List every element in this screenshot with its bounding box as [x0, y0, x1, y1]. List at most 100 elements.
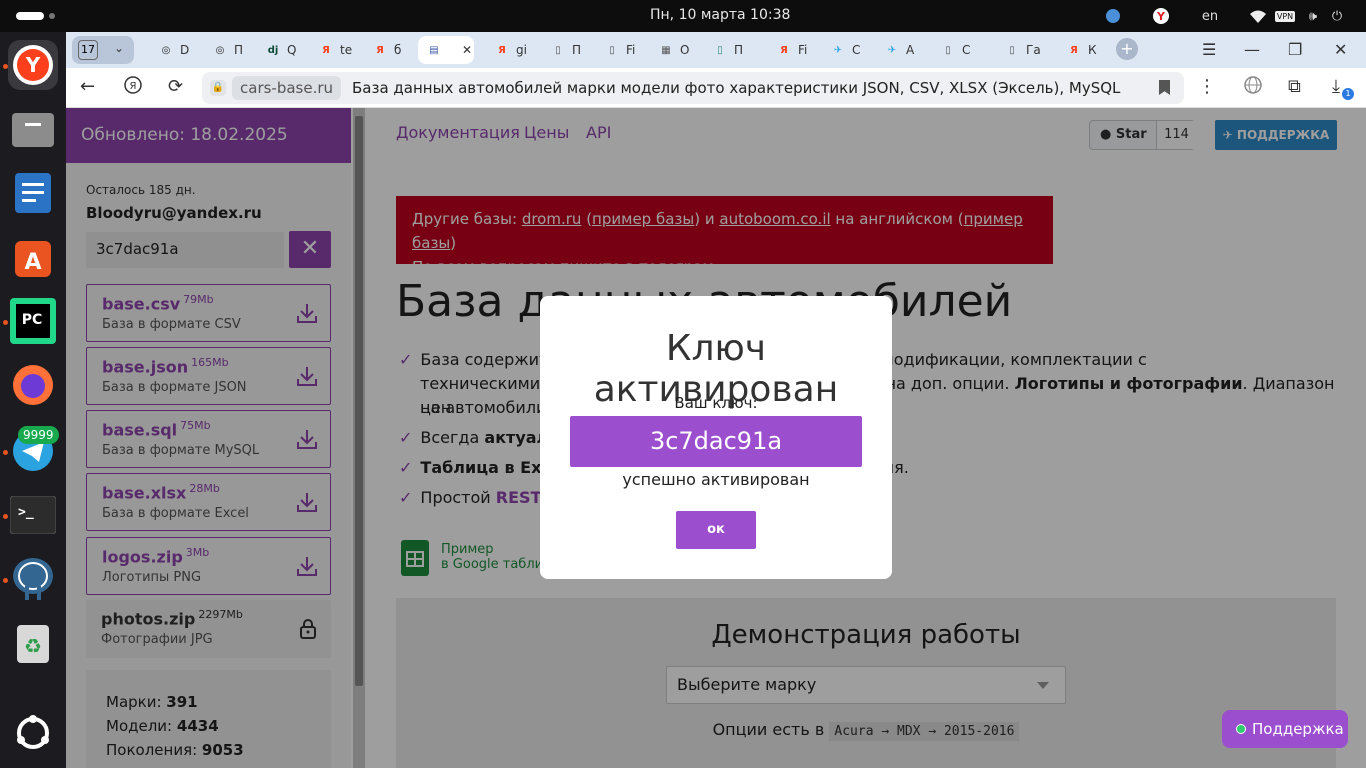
url-field[interactable]: 🔒 cars-base.ru База данных автомобилей м… — [202, 72, 1184, 104]
power-icon[interactable]: ⏻ — [1328, 6, 1346, 26]
tab-favicon-icon: Я — [780, 44, 788, 56]
close-tab-icon[interactable]: ✕ — [462, 43, 472, 57]
svg-text:>_: >_ — [18, 505, 34, 520]
back-button[interactable]: ← — [80, 76, 95, 97]
tab-group-count: 17 — [78, 40, 98, 60]
browser-tab[interactable]: Яб — [364, 36, 412, 64]
files-icon[interactable] — [8, 104, 58, 154]
online-dot-icon — [1236, 724, 1246, 734]
browser-tab[interactable]: ▦ О — [650, 36, 698, 64]
workspace-indicator[interactable] — [16, 12, 44, 20]
wifi-icon[interactable] — [1248, 6, 1268, 26]
svg-text:♻: ♻ — [24, 634, 42, 658]
tab-strip: 17 ⌄ ◎ D ◎ Пdj Q Яte Яб ▤ ✕ Яgi ▯ П ▯ Fi ▦ О ▯ П Я Fi ✈ С ✈ А ▯ С… — [66, 32, 1366, 68]
tab-favicon-icon: ◎ — [215, 44, 225, 56]
modal-key-label: Ваш ключ: — [674, 394, 758, 412]
tab-label: te — [340, 43, 353, 57]
volume-icon[interactable]: 🕪 — [1304, 6, 1322, 26]
browser-tab[interactable]: ЯК — [1058, 36, 1106, 64]
new-tab-button[interactable]: + — [1116, 38, 1138, 60]
pgadmin-icon[interactable] — [8, 554, 58, 604]
browser-tab[interactable]: ▯ П — [704, 36, 752, 64]
minimize-button[interactable]: — — [1244, 40, 1260, 59]
svg-text:Y: Y — [25, 53, 41, 77]
tab-label: К — [1088, 43, 1097, 57]
yandex-tray-icon[interactable]: Y — [1151, 6, 1171, 26]
browser-window: 17 ⌄ ◎ D ◎ Пdj Q Яte Яб ▤ ✕ Яgi ▯ П ▯ Fi ▦ О ▯ П Я Fi ✈ С ✈ А ▯ С… — [66, 32, 1366, 768]
trash-icon[interactable]: ♻ — [8, 618, 58, 668]
browser-tab[interactable]: ▯ Га — [996, 36, 1044, 64]
keyboard-layout[interactable]: en — [1198, 6, 1222, 26]
tab-favicon-icon: Я — [322, 44, 330, 56]
browser-tab[interactable]: ✈ А — [876, 36, 924, 64]
weather-icon[interactable] — [1104, 6, 1122, 26]
browser-tab[interactable]: ▯ С — [932, 36, 980, 64]
tab-label: А — [906, 43, 915, 57]
more-menu-icon[interactable]: ⋮ — [1198, 76, 1216, 97]
browser-tab[interactable]: ▤ ✕ — [418, 36, 474, 64]
browser-tab[interactable]: Яte — [310, 36, 358, 64]
tab-label: С — [962, 43, 971, 57]
clock[interactable]: Пн, 10 марта 10:38 — [650, 7, 790, 23]
tab-label: Га — [1026, 43, 1041, 57]
tab-label: П — [234, 43, 244, 57]
tab-favicon-icon: ✈ — [887, 44, 897, 56]
ok-button[interactable]: ок — [676, 511, 756, 549]
lock-icon[interactable]: 🔒 — [210, 80, 226, 96]
pycharm-icon[interactable]: PC — [8, 296, 58, 346]
yandex-button[interactable]: Я — [124, 76, 142, 99]
extensions-icon[interactable]: ⧉ — [1288, 76, 1301, 97]
terminal-icon[interactable]: >_ — [8, 490, 58, 540]
vpn-icon[interactable]: VPN — [1274, 6, 1296, 26]
tab-favicon-icon: ▯ — [1009, 44, 1015, 56]
key-activated-modal: Ключ активирован Ваш ключ: 3c7dac91a усп… — [540, 296, 892, 579]
app-center-icon[interactable]: A — [8, 232, 58, 282]
browser-tab[interactable]: ◎ П — [204, 36, 252, 64]
browser-tab[interactable]: Яgi — [486, 36, 534, 64]
workspace-dot[interactable] — [49, 13, 55, 19]
close-window-button[interactable]: ✕ — [1334, 40, 1347, 59]
tab-label: С — [852, 43, 861, 57]
browser-tab[interactable]: dj Q — [257, 36, 305, 64]
browser-tab[interactable]: ◎ D — [150, 36, 198, 64]
chat-support-widget[interactable]: Поддержка — [1222, 710, 1348, 748]
yandex-browser-icon[interactable]: Y — [8, 40, 58, 90]
downloads-badge: 1 — [1342, 88, 1354, 100]
tab-favicon-icon: ✈ — [833, 44, 843, 56]
system-top-bar: Пн, 10 марта 10:38 Y en VPN 🕪 ⏻ — [0, 0, 1366, 32]
tab-favicon-icon: ▯ — [555, 44, 561, 56]
address-bar: ← Я ⟳ 🔒 cars-base.ru База данных автомоб… — [66, 68, 1366, 108]
tab-group[interactable]: 17 ⌄ — [72, 36, 134, 64]
browser-tab[interactable]: ✈ С — [822, 36, 870, 64]
tab-favicon-icon: ▯ — [717, 44, 723, 56]
tab-favicon-icon: Я — [1070, 44, 1078, 56]
tab-favicon-icon: Я — [498, 44, 506, 56]
tab-label: D — [180, 43, 190, 57]
bookmark-icon[interactable] — [1159, 80, 1170, 95]
vpn-label: VPN — [1274, 10, 1296, 22]
chevron-down-icon[interactable]: ⌄ — [114, 41, 124, 55]
maximize-button[interactable]: ❐ — [1288, 40, 1302, 59]
svg-text:PC: PC — [22, 312, 43, 328]
tab-favicon-icon: Я — [376, 44, 384, 56]
web-page: Обновлено: 18.02.2025 Осталось 185 дн. B… — [66, 108, 1366, 768]
reload-button[interactable]: ⟳ — [168, 76, 183, 97]
downloads-icon[interactable]: ⤓ 1 — [1332, 76, 1354, 100]
dock: Y A PC 9999 >_ ♻ — [0, 32, 66, 768]
show-apps-icon[interactable] — [8, 708, 58, 758]
translate-globe-icon[interactable] — [1244, 76, 1262, 99]
text-editor-icon[interactable] — [8, 168, 58, 218]
url-page-title[interactable]: База данных автомобилей марки модели фот… — [352, 79, 1120, 97]
browser-tab[interactable]: ▯ Fi — [596, 36, 644, 64]
tab-label: П — [734, 43, 744, 57]
tab-favicon-icon: dj — [267, 44, 279, 56]
firefox-icon[interactable] — [8, 360, 58, 410]
browser-tab[interactable]: Я Fi — [768, 36, 816, 64]
tab-favicon-icon: ◎ — [161, 44, 171, 56]
tab-menu-icon[interactable]: ☰ — [1202, 40, 1216, 59]
browser-tab[interactable]: ▯ П — [542, 36, 590, 64]
tab-label: gi — [516, 43, 527, 57]
modal-key-value: 3c7dac91a — [570, 416, 862, 467]
url-domain[interactable]: cars-base.ru — [232, 76, 342, 100]
modal-overlay[interactable]: Ключ активирован Ваш ключ: 3c7dac91a усп… — [66, 108, 1366, 768]
